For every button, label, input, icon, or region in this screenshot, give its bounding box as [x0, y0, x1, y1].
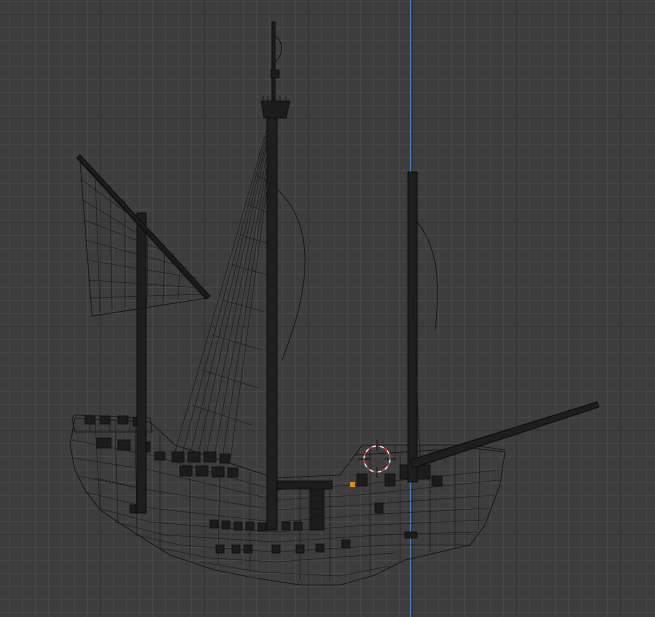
mizzen-mast[interactable]	[136, 212, 147, 514]
3d-cursor-icon[interactable]	[358, 440, 396, 478]
bow-deck	[350, 464, 443, 539]
ship-wireframe[interactable]	[0, 0, 655, 617]
selected-vertex[interactable]	[350, 482, 355, 487]
rigging	[174, 124, 421, 463]
gun-ports	[209, 502, 384, 554]
main-mast[interactable]	[260, 21, 291, 531]
bowsprit[interactable]	[409, 401, 600, 469]
ship-hull[interactable]	[69, 414, 506, 586]
3d-viewport[interactable]	[0, 0, 655, 617]
fore-mast[interactable]	[407, 171, 439, 483]
deck-barrels	[171, 451, 333, 531]
stern-details	[84, 415, 166, 514]
